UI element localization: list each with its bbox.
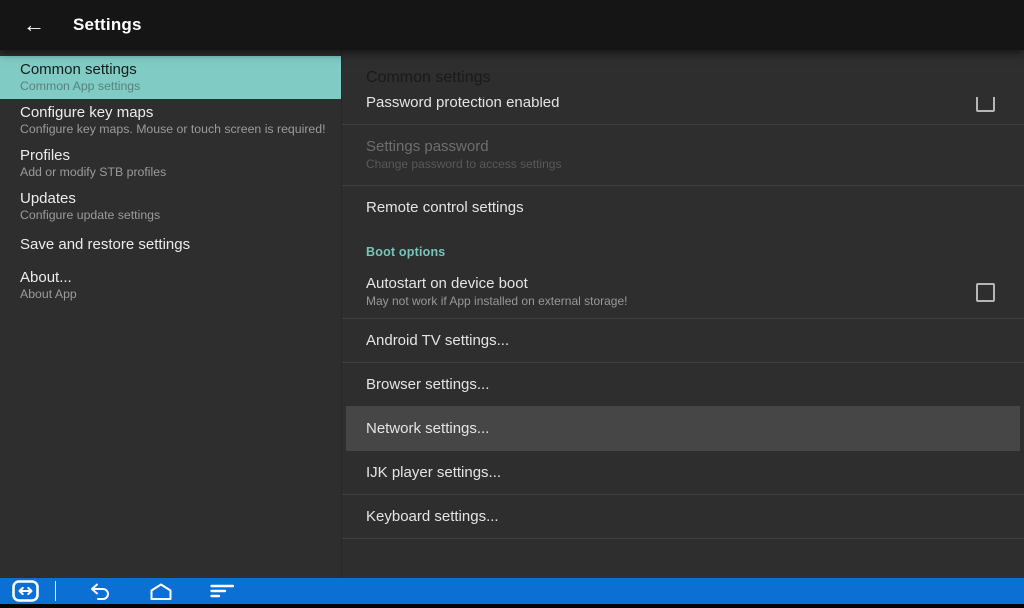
sidebar-item-save-and-restore[interactable]: Save and restore settings — [0, 228, 341, 264]
autostart-checkbox[interactable] — [976, 283, 995, 302]
settings-list: Password protection enabled Settings pas… — [342, 97, 1024, 578]
nav-back-icon[interactable] — [86, 583, 112, 600]
sidebar-item-title: Profiles — [20, 147, 321, 165]
sidebar-item-title: About... — [20, 269, 321, 287]
section-header-boot-options: Boot options — [342, 229, 1024, 265]
page-title: Settings — [73, 15, 142, 35]
sidebar-item-about[interactable]: About... About App — [0, 264, 341, 307]
nav-recents-icon[interactable] — [210, 583, 234, 599]
sidebar-item-common-settings[interactable]: Common settings Common App settings — [0, 56, 341, 99]
row-title: Autostart on device boot — [366, 274, 627, 293]
row-title: Network settings... — [366, 419, 489, 438]
row-keyboard-settings[interactable]: Keyboard settings... — [342, 495, 1024, 539]
sidebar-item-title: Common settings — [20, 61, 321, 79]
sidebar-item-title: Save and restore settings — [20, 236, 321, 254]
sidebar-item-profiles[interactable]: Profiles Add or modify STB profiles — [0, 142, 341, 185]
row-title: Keyboard settings... — [366, 507, 499, 526]
system-navigation-bar — [0, 578, 1024, 604]
main-area: Common settings Common App settings Conf… — [0, 50, 1024, 578]
row-title: Password protection enabled — [366, 97, 559, 112]
row-autostart-on-boot[interactable]: Autostart on device boot May not work if… — [342, 265, 1024, 319]
row-password-protection[interactable]: Password protection enabled — [342, 97, 1024, 125]
sidebar-item-subtitle: Configure key maps. Mouse or touch scree… — [20, 122, 321, 137]
sidebar-item-subtitle: About App — [20, 287, 321, 302]
nav-home-icon[interactable] — [148, 583, 174, 600]
row-android-tv-settings[interactable]: Android TV settings... — [342, 319, 1024, 363]
password-protection-checkbox[interactable] — [976, 97, 995, 112]
row-title: IJK player settings... — [366, 463, 501, 482]
row-ijk-player-settings[interactable]: IJK player settings... — [342, 451, 1024, 495]
sidebar-item-subtitle: Common App settings — [20, 79, 321, 94]
sidebar-item-updates[interactable]: Updates Configure update settings — [0, 185, 341, 228]
back-arrow-icon[interactable]: ← — [23, 14, 45, 36]
row-settings-password: Settings password Change password to acc… — [342, 125, 1024, 186]
row-browser-settings[interactable]: Browser settings... — [342, 363, 1024, 406]
row-title: Remote control settings — [366, 198, 524, 217]
sidebar-item-configure-key-maps[interactable]: Configure key maps Configure key maps. M… — [0, 99, 341, 142]
navbar-divider — [55, 581, 56, 601]
sidebar-item-subtitle: Add or modify STB profiles — [20, 165, 321, 180]
screen-bottom-strip — [0, 604, 1024, 608]
top-app-bar: ← Settings — [0, 0, 1024, 50]
sidebar-item-subtitle: Configure update settings — [20, 208, 321, 223]
sidebar-item-title: Configure key maps — [20, 104, 321, 122]
teamviewer-icon[interactable] — [12, 580, 39, 602]
settings-sidebar: Common settings Common App settings Conf… — [0, 50, 342, 578]
settings-content-panel: Common settings Password protection enab… — [342, 50, 1024, 578]
content-header: Common settings — [342, 50, 1024, 97]
row-title: Browser settings... — [366, 375, 489, 394]
row-subtitle: May not work if App installed on externa… — [366, 293, 627, 310]
row-subtitle: Change password to access settings — [366, 156, 561, 173]
row-remote-control-settings[interactable]: Remote control settings — [342, 186, 1024, 229]
row-title: Android TV settings... — [366, 331, 509, 350]
row-network-settings[interactable]: Network settings... — [346, 406, 1020, 451]
sidebar-item-title: Updates — [20, 190, 321, 208]
row-title: Settings password — [366, 137, 561, 156]
